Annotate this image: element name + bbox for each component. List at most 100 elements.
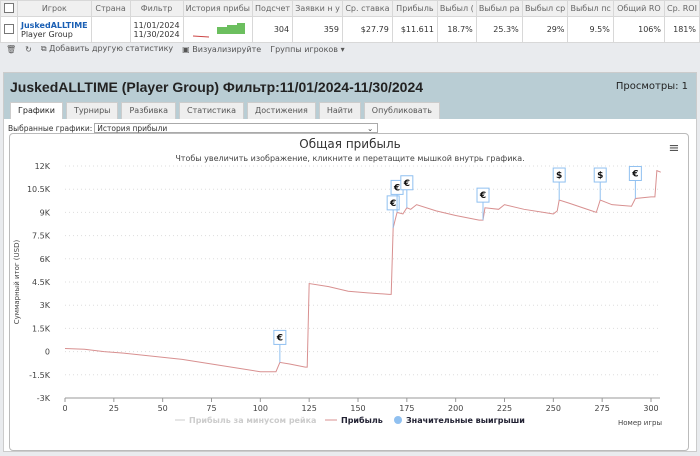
tab-6[interactable]: Опубликовать — [363, 102, 441, 119]
big-win-symbol: € — [393, 183, 400, 193]
tab-4[interactable]: Достижения — [247, 102, 316, 119]
y-tick-label: 10.5K — [27, 185, 51, 194]
table-toolbar: 🗑 ↻ ⧉ Добавить другую статистику ▣ Визуа… — [0, 42, 700, 56]
player-group: Player Group — [21, 29, 73, 39]
big-win-symbol: € — [389, 199, 396, 209]
stat-c4: 9.5% — [567, 16, 614, 43]
x-tick-label: 150 — [350, 404, 365, 413]
visualize-label: Визуализируйте — [192, 44, 262, 54]
big-win-symbol: € — [631, 169, 638, 179]
player-table: Игрок Страна Фильтр История прибы Подсче… — [0, 0, 700, 43]
x-tick-label: 300 — [643, 404, 658, 413]
x-tick-label: 25 — [109, 404, 119, 413]
add-stat-button[interactable]: ⧉ Добавить другую статистику — [41, 44, 173, 54]
filter-from: 11/01/2024 — [133, 20, 180, 30]
table-row[interactable]: JuskedALLTIME Player Group 11/01/2024 11/3… — [0, 16, 700, 43]
col-header[interactable]: Общий RO — [612, 0, 665, 17]
y-tick-label: 7.5K — [32, 232, 51, 241]
chart-select-value: История прибыли — [97, 124, 168, 133]
chart-subtitle: Чтобы увеличить изображение, кликните и … — [175, 154, 524, 163]
add-stat-label: Добавить другую статистику — [49, 44, 174, 53]
profit-sparkline — [182, 16, 253, 43]
x-tick-label: 125 — [302, 404, 317, 413]
tab-5[interactable]: Найти — [318, 102, 361, 119]
y-tick-label: 3K — [40, 301, 51, 310]
groups-label: Группы игроков — [270, 44, 339, 54]
col-header[interactable]: Выбыл ср — [521, 0, 569, 17]
avg-stake: $27.79 — [342, 16, 393, 43]
big-win-symbol: € — [479, 191, 486, 201]
legend-bigwin: Значительные выигрыши — [406, 416, 525, 425]
col-header[interactable]: Ср. ставка — [342, 0, 393, 17]
col-header[interactable]: Выбыл пс — [567, 0, 614, 17]
x-tick-label: 75 — [206, 404, 216, 413]
profit-line — [64, 169, 661, 373]
selected-charts-label: Выбранные графики: — [8, 123, 93, 133]
x-tick-label: 0 — [62, 404, 67, 413]
add-icon: ⧉ — [40, 44, 47, 53]
y-tick-label: 1.5K — [32, 324, 51, 333]
y-tick-label: 0 — [45, 348, 50, 357]
chart-select[interactable]: История прибыли ⌄ — [94, 123, 379, 133]
filter-to: 11/30/2024 — [133, 29, 180, 39]
col-header[interactable]: Ср. ROI — [663, 0, 700, 17]
tab-2[interactable]: Разбивка — [121, 102, 177, 119]
stat-c2: 25.3% — [475, 16, 523, 43]
refresh-icon[interactable]: ↻ — [25, 45, 32, 54]
panel-title: JuskedALLTIME (Player Group) Фильтр:11/0… — [10, 79, 424, 95]
views-count: Просмотры: 1 — [615, 81, 688, 92]
col-header[interactable]: Фильтр — [129, 0, 184, 17]
col-header[interactable]: Страна — [90, 0, 131, 17]
col-header[interactable]: Выбыл ра — [475, 0, 523, 17]
big-win-symbol: $ — [597, 171, 603, 181]
big-win-symbol: € — [403, 179, 410, 189]
player-link[interactable]: JuskedALLTIME — [21, 21, 88, 30]
y-tick-label: 4.5K — [32, 278, 51, 287]
chart-container[interactable]: Общая прибыль Чтобы увеличить изображение… — [9, 133, 689, 451]
y-tick-label: 6K — [40, 255, 51, 264]
row-checkbox[interactable] — [0, 16, 18, 43]
stat-c3: 29% — [521, 16, 569, 43]
profit: $11.611 — [391, 16, 438, 43]
x-tick-label: 250 — [546, 404, 561, 413]
tab-0[interactable]: Графики — [10, 102, 63, 119]
col-header[interactable]: Выбыл ( — [436, 0, 477, 17]
x-tick-label: 100 — [253, 404, 268, 413]
stat-c1: 18.7% — [436, 16, 477, 43]
player-groups-dropdown[interactable]: Группы игроков ▾ — [270, 45, 344, 54]
tab-1[interactable]: Турниры — [65, 102, 119, 119]
x-tick-label: 175 — [399, 404, 414, 413]
menu-icon: ≡ — [669, 141, 680, 156]
tab-3[interactable]: Статистика — [179, 102, 245, 119]
total-roi: 106% — [612, 16, 665, 43]
x-tick-label: 50 — [158, 404, 168, 413]
legend-profit: Прибыль — [341, 415, 383, 425]
visualize-button[interactable]: ▣ Визуализируйте — [182, 45, 261, 54]
player-panel: JuskedALLTIME (Player Group) Фильтр:11/0… — [3, 72, 697, 452]
country — [90, 16, 131, 43]
avg-roi: 181% — [663, 16, 700, 43]
y-tick-label: 12K — [35, 162, 51, 171]
count: 304 — [251, 16, 294, 43]
x-tick-label: 225 — [497, 404, 512, 413]
select-all-checkbox[interactable] — [0, 0, 18, 17]
legend-rake: Прибыль за минусом рейка — [189, 415, 316, 425]
big-win-symbol: € — [276, 333, 283, 343]
col-header[interactable]: Прибыль — [391, 0, 438, 17]
chevron-down-icon: ▾ — [340, 44, 345, 54]
y-tick-label: -1.5K — [29, 371, 51, 380]
trash-icon[interactable]: 🗑 — [6, 45, 16, 54]
x-tick-label: 200 — [448, 404, 463, 413]
y-tick-label: 9K — [40, 208, 51, 217]
col-header[interactable]: Подсчет — [251, 0, 294, 17]
y-axis-label: Суммарный итог (USD) — [13, 240, 21, 325]
col-header[interactable]: Игрок — [17, 0, 92, 17]
col-header[interactable]: История прибы — [182, 0, 253, 17]
chevron-down-icon: ⌄ — [367, 124, 374, 133]
legend-bigwin-swatch — [394, 416, 402, 424]
y-tick-label: -3K — [37, 394, 51, 403]
entries: 359 — [292, 16, 343, 43]
col-header[interactable]: Заявки н у — [292, 0, 343, 17]
chart-icon: ▣ — [182, 44, 190, 54]
chart-title: Общая прибыль — [299, 137, 400, 151]
